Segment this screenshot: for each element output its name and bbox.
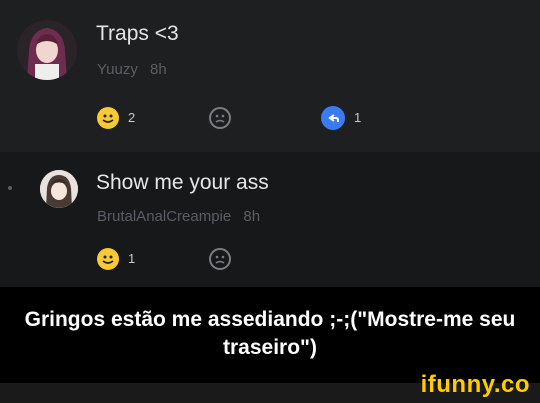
avatar[interactable] [17, 20, 77, 80]
sad-face-icon[interactable] [209, 107, 231, 129]
comment-meta: Yuuzy 8h [97, 61, 167, 78]
avatar[interactable] [40, 170, 78, 208]
happy-face-icon[interactable] [97, 107, 119, 129]
comment-text: Traps <3 [96, 22, 179, 45]
meme-caption: Gringos estão me assediando ;-;("Mostre-… [24, 308, 516, 359]
comment-text: Show me your ass [96, 171, 269, 194]
comment-thread: Traps <3 Yuuzy 8h 2 1 Show me your ass B… [0, 0, 540, 287]
comment-card: Traps <3 Yuuzy 8h 2 1 [0, 0, 540, 152]
author-name[interactable]: BrutalAnalCreampie [97, 208, 231, 225]
like-count: 1 [128, 251, 136, 266]
comment-meta: BrutalAnalCreampie 8h [97, 208, 260, 225]
comment-card: Show me your ass BrutalAnalCreampie 8h 1 [0, 152, 540, 287]
author-name[interactable]: Yuuzy [97, 61, 138, 78]
sad-face-icon[interactable] [209, 248, 231, 270]
like-count: 2 [128, 110, 136, 125]
ifunny-watermark: ifunny.co [420, 371, 530, 398]
reply-bubble-icon[interactable] [321, 106, 345, 130]
timestamp: 8h [243, 208, 261, 225]
reply-indicator-dot [8, 186, 12, 190]
timestamp: 8h [150, 61, 167, 78]
avatar-image [17, 20, 77, 80]
reply-count: 1 [354, 110, 362, 125]
happy-face-icon[interactable] [97, 248, 119, 270]
avatar-image [40, 170, 78, 208]
